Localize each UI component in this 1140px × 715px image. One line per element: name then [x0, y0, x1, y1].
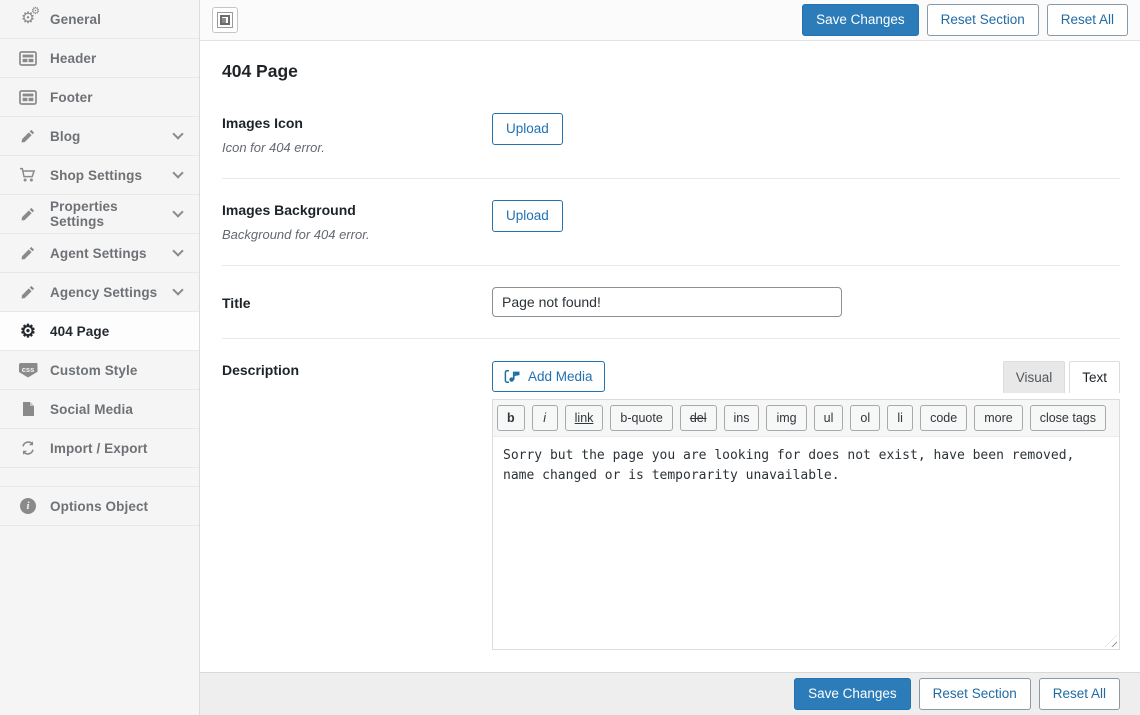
save-changes-button-bottom[interactable]: Save Changes	[794, 678, 911, 710]
sidebar-item-label: Options Object	[50, 499, 148, 514]
sidebar-item-custom-style[interactable]: css Custom Style	[0, 351, 199, 390]
css-badge-icon: css	[16, 359, 40, 381]
chevron-down-icon	[172, 167, 183, 178]
sidebar-item-social-media[interactable]: Social Media	[0, 390, 199, 429]
qt-bold-button[interactable]: b	[497, 405, 525, 431]
gear-icon: ⚙	[16, 320, 40, 342]
field-row-title: Title	[222, 266, 1120, 339]
reset-section-button-bottom[interactable]: Reset Section	[919, 678, 1031, 710]
sidebar-item-import-export[interactable]: Import / Export	[0, 429, 199, 468]
reset-all-button[interactable]: Reset All	[1047, 4, 1128, 36]
qt-ins-button[interactable]: ins	[724, 405, 760, 431]
pencil-icon	[16, 125, 40, 147]
main-panel: Save Changes Reset Section Reset All 404…	[200, 0, 1140, 715]
chevron-down-icon	[172, 128, 183, 139]
sidebar-item-404-page[interactable]: ⚙ 404 Page	[0, 312, 199, 351]
add-media-label: Add Media	[528, 370, 593, 384]
sidebar-item-agency-settings[interactable]: Agency Settings	[0, 273, 199, 312]
qt-ol-button[interactable]: ol	[850, 405, 880, 431]
reset-all-button-bottom[interactable]: Reset All	[1039, 678, 1120, 710]
pencil-icon	[16, 281, 40, 303]
reset-section-button[interactable]: Reset Section	[927, 4, 1039, 36]
add-media-button[interactable]: Add Media	[492, 361, 605, 392]
sidebar-item-label: Properties Settings	[50, 199, 174, 229]
field-label: Title	[222, 295, 492, 311]
sidebar-item-label: Social Media	[50, 402, 133, 417]
expand-icon	[217, 12, 233, 28]
page-icon	[16, 398, 40, 420]
settings-sidebar: ⚙ ⚙ General Header Footer	[0, 0, 200, 715]
chevron-down-icon	[172, 206, 183, 217]
settings-content: 404 Page Images Icon Icon for 404 error.…	[200, 41, 1140, 672]
qt-more-button[interactable]: more	[974, 405, 1022, 431]
quicktags-toolbar: b i link b-quote del ins img ul ol li co…	[493, 400, 1119, 437]
qt-close-tags-button[interactable]: close tags	[1030, 405, 1106, 431]
sidebar-item-label: General	[50, 12, 101, 27]
field-description: Background for 404 error.	[222, 227, 492, 242]
sidebar-item-footer[interactable]: Footer	[0, 78, 199, 117]
save-changes-button[interactable]: Save Changes	[802, 4, 919, 36]
field-row-images-background: Images Background Background for 404 err…	[222, 179, 1120, 266]
layout-icon	[16, 47, 40, 69]
cart-icon	[16, 164, 40, 186]
sidebar-item-label: Blog	[50, 129, 80, 144]
options-window: ⚙ ⚙ General Header Footer	[0, 0, 1140, 715]
qt-del-button[interactable]: del	[680, 405, 717, 431]
qt-img-button[interactable]: img	[766, 405, 806, 431]
info-icon: i	[16, 495, 40, 517]
top-action-bar: Save Changes Reset Section Reset All	[200, 0, 1140, 41]
description-editor: Add Media Visual Text b i link b-quote	[492, 360, 1120, 650]
title-input[interactable]	[492, 287, 842, 317]
media-icon	[504, 369, 521, 384]
field-row-images-icon: Images Icon Icon for 404 error. Upload	[222, 92, 1120, 179]
sidebar-item-properties-settings[interactable]: Properties Settings	[0, 195, 199, 234]
layout-icon	[16, 86, 40, 108]
qt-li-button[interactable]: li	[887, 405, 913, 431]
tab-visual[interactable]: Visual	[1003, 361, 1066, 393]
qt-code-button[interactable]: code	[920, 405, 967, 431]
editor-box: b i link b-quote del ins img ul ol li co…	[492, 399, 1120, 650]
sidebar-item-label: Agent Settings	[50, 246, 147, 261]
field-label: Images Background	[222, 202, 492, 218]
description-textarea[interactable]: Sorry but the page you are looking for d…	[493, 437, 1119, 649]
sidebar-item-options-object[interactable]: i Options Object	[0, 487, 199, 526]
sidebar-item-header[interactable]: Header	[0, 39, 199, 78]
gears-icon: ⚙ ⚙	[16, 8, 40, 30]
sidebar-item-label: Shop Settings	[50, 168, 142, 183]
sidebar-spacer	[0, 468, 199, 487]
qt-italic-button[interactable]: i	[532, 405, 558, 431]
sidebar-item-label: Import / Export	[50, 441, 148, 456]
sidebar-item-label: Header	[50, 51, 96, 66]
sidebar-item-blog[interactable]: Blog	[0, 117, 199, 156]
expand-options-button[interactable]	[212, 7, 238, 33]
sync-icon	[16, 437, 40, 459]
sidebar-item-general[interactable]: ⚙ ⚙ General	[0, 0, 199, 39]
field-description: Icon for 404 error.	[222, 140, 492, 155]
upload-images-background-button[interactable]: Upload	[492, 200, 563, 232]
chevron-down-icon	[172, 245, 183, 256]
qt-ul-button[interactable]: ul	[814, 405, 844, 431]
qt-link-button[interactable]: link	[565, 405, 604, 431]
field-label: Images Icon	[222, 115, 492, 131]
sidebar-item-shop-settings[interactable]: Shop Settings	[0, 156, 199, 195]
field-row-description: Description Add Media Visual Text	[222, 339, 1120, 672]
sidebar-item-agent-settings[interactable]: Agent Settings	[0, 234, 199, 273]
field-label: Description	[222, 362, 492, 378]
bottom-action-bar: Save Changes Reset Section Reset All	[200, 672, 1140, 715]
sidebar-item-label: Footer	[50, 90, 93, 105]
qt-blockquote-button[interactable]: b-quote	[610, 405, 672, 431]
pencil-icon	[16, 203, 40, 225]
upload-images-icon-button[interactable]: Upload	[492, 113, 563, 145]
chevron-down-icon	[172, 284, 183, 295]
editor-tabs: Visual Text	[1003, 361, 1120, 393]
sidebar-item-label: Custom Style	[50, 363, 137, 378]
sidebar-menu: ⚙ ⚙ General Header Footer	[0, 0, 199, 526]
page-title: 404 Page	[222, 61, 1120, 82]
tab-text[interactable]: Text	[1069, 361, 1120, 393]
pencil-icon	[16, 242, 40, 264]
sidebar-item-label: Agency Settings	[50, 285, 157, 300]
sidebar-item-label: 404 Page	[50, 324, 109, 339]
